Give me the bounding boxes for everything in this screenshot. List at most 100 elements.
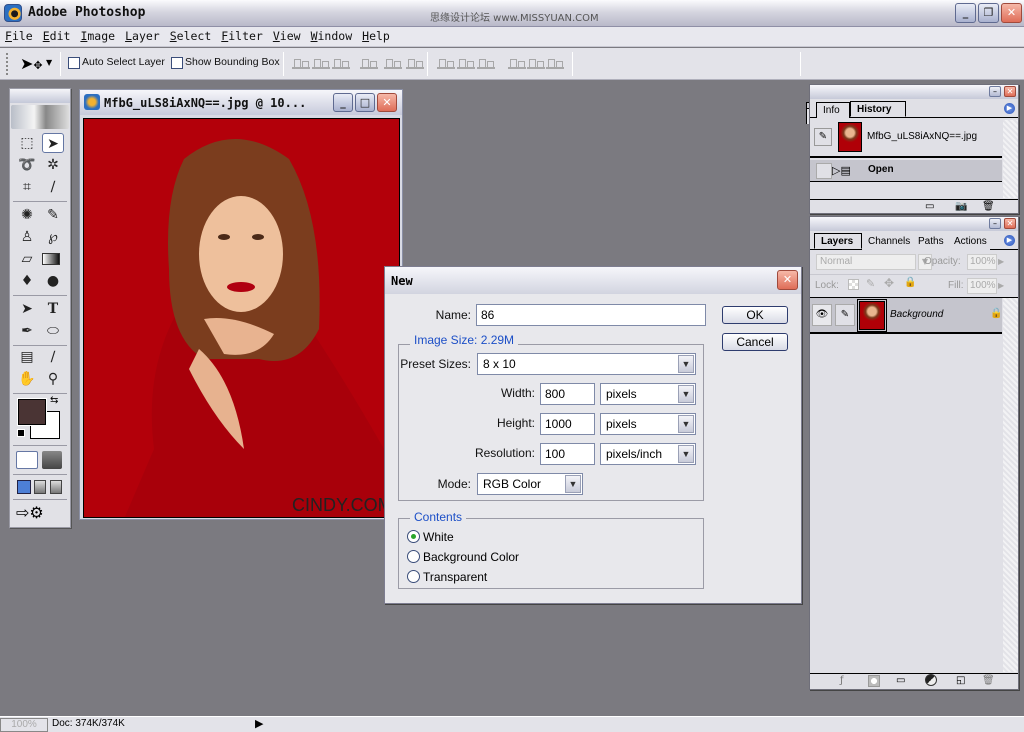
history-snapshot[interactable]: ✎ MfbG_uLS8iAxNQ==.jpg: [810, 120, 1002, 158]
history-close-button[interactable]: ✕: [1004, 86, 1016, 97]
zoom-level-field[interactable]: 100%: [0, 718, 48, 732]
zoom-tool-icon[interactable]: ⚲: [42, 369, 64, 389]
document-minimize-button[interactable]: _: [333, 93, 353, 112]
distribute-hcenter-icon[interactable]: [527, 59, 545, 69]
menu-edit[interactable]: Edit: [38, 27, 76, 43]
brush-tool-icon[interactable]: ✎: [42, 205, 64, 225]
swap-colors-icon[interactable]: ⇆: [50, 395, 58, 406]
layer-row-background[interactable]: 👁 ✎ Background 🔒: [810, 298, 1002, 334]
opacity-input[interactable]: 100%: [967, 254, 997, 270]
menu-file[interactable]: File: [0, 27, 38, 43]
align-right-icon[interactable]: [406, 59, 424, 69]
crop-tool-icon[interactable]: ⌗: [16, 177, 38, 197]
layers-scrollbar[interactable]: [1003, 298, 1018, 672]
auto-select-layer-checkbox[interactable]: [68, 57, 80, 69]
jump-to-imageready-icon[interactable]: ⇨⚙: [16, 503, 44, 522]
restore-button[interactable]: ❐: [978, 3, 999, 23]
default-colors-icon[interactable]: [17, 429, 25, 437]
layer-style-icon[interactable]: ƒ: [840, 675, 844, 686]
menu-select[interactable]: Select: [165, 27, 217, 43]
new-layer-set-icon[interactable]: ▭: [896, 675, 905, 686]
history-state-source-box[interactable]: [816, 163, 832, 179]
document-maximize-button[interactable]: □: [355, 93, 375, 112]
fill-slider-icon[interactable]: ▶: [998, 278, 1010, 294]
eyedropper-tool-icon[interactable]: ∕: [42, 347, 64, 367]
lock-image-icon[interactable]: ✎: [866, 277, 875, 290]
hand-tool-icon[interactable]: ✋: [16, 369, 38, 389]
delete-layer-icon[interactable]: 🗑: [982, 675, 995, 686]
options-bar-grip[interactable]: [6, 53, 8, 75]
lock-transparency-icon[interactable]: [848, 279, 859, 290]
menu-window[interactable]: Window: [306, 27, 358, 43]
align-bottom-icon[interactable]: [332, 59, 350, 69]
lasso-tool-icon[interactable]: ➰: [16, 155, 38, 175]
layer-visibility-eye-icon[interactable]: 👁: [812, 304, 832, 326]
notes-tool-icon[interactable]: ▤: [16, 347, 38, 367]
white-radio[interactable]: [407, 530, 420, 543]
height-unit-select[interactable]: pixels ▼: [600, 413, 696, 435]
tool-preset-dropdown-icon[interactable]: ▼: [46, 58, 52, 67]
ok-button[interactable]: OK: [722, 306, 788, 324]
blend-mode-select[interactable]: Normal: [816, 254, 916, 270]
toolbox-header[interactable]: [10, 89, 70, 103]
transparent-radio[interactable]: [407, 570, 420, 583]
align-vcenter-icon[interactable]: [312, 59, 330, 69]
align-top-icon[interactable]: [292, 59, 310, 69]
standard-screen-mode-icon[interactable]: [17, 480, 31, 494]
move-tool-icon[interactable]: ➤✥: [20, 54, 43, 73]
history-state[interactable]: ▷▤ Open: [810, 160, 1002, 182]
history-minimize-button[interactable]: –: [989, 86, 1001, 97]
dialog-close-button[interactable]: ✕: [777, 270, 798, 290]
new-layer-icon[interactable]: ◱: [956, 675, 965, 686]
gradient-tool-icon[interactable]: [42, 253, 60, 265]
type-tool-icon[interactable]: T: [42, 299, 64, 319]
close-button[interactable]: ✕: [1001, 3, 1022, 23]
lock-all-icon[interactable]: 🔒: [904, 277, 916, 288]
history-palette-header[interactable]: – ✕: [810, 85, 1018, 99]
full-screen-mode-icon[interactable]: [50, 480, 62, 494]
distribute-right-icon[interactable]: [546, 59, 564, 69]
minimize-button[interactable]: _: [955, 3, 976, 23]
align-hcenter-icon[interactable]: [384, 59, 402, 69]
full-screen-menu-mode-icon[interactable]: [34, 480, 46, 494]
width-input[interactable]: [540, 383, 595, 405]
slice-tool-icon[interactable]: ∕: [42, 177, 64, 197]
layers-close-button[interactable]: ✕: [1004, 218, 1016, 229]
history-scrollbar[interactable]: [1003, 120, 1018, 198]
height-input[interactable]: [540, 413, 595, 435]
new-document-from-state-icon[interactable]: ▭: [925, 201, 934, 212]
blur-tool-icon[interactable]: ♦: [16, 271, 38, 291]
magic-wand-tool-icon[interactable]: ✲: [42, 155, 64, 175]
standard-mode-icon[interactable]: [16, 451, 38, 469]
background-color-radio[interactable]: [407, 550, 420, 563]
marquee-tool-icon[interactable]: ⬚: [16, 133, 38, 153]
document-close-button[interactable]: ✕: [377, 93, 397, 112]
fill-input[interactable]: 100%: [967, 278, 997, 294]
eraser-tool-icon[interactable]: ▱: [16, 249, 38, 269]
resolution-input[interactable]: [540, 443, 595, 465]
mode-select[interactable]: RGB Color ▼: [477, 473, 583, 495]
document-title-bar[interactable]: MfbG_uLS8iAxNQ==.jpg @ 10... _ □ ✕: [80, 90, 402, 115]
menu-image[interactable]: Image: [75, 27, 120, 43]
image-canvas[interactable]: CINDY.COM: [83, 118, 400, 518]
tab-channels[interactable]: Channels: [862, 234, 912, 250]
healing-brush-tool-icon[interactable]: ✺: [16, 205, 38, 225]
tab-paths[interactable]: Paths: [912, 234, 948, 250]
layer-brush-icon[interactable]: ✎: [835, 304, 855, 326]
menu-filter[interactable]: Filter: [216, 27, 268, 43]
layers-menu-icon[interactable]: ▶: [1004, 235, 1015, 246]
layers-minimize-button[interactable]: –: [989, 218, 1001, 229]
dialog-title-bar[interactable]: New ✕: [385, 267, 801, 294]
path-selection-tool-icon[interactable]: ➤: [16, 299, 38, 319]
quick-mask-mode-icon[interactable]: [42, 451, 62, 469]
foreground-color-swatch[interactable]: [17, 398, 47, 426]
distribute-left-icon[interactable]: [508, 59, 526, 69]
cancel-button[interactable]: Cancel: [722, 333, 788, 351]
layers-palette-header[interactable]: – ✕: [810, 217, 1018, 231]
distribute-vcenter-icon[interactable]: [457, 59, 475, 69]
tab-actions[interactable]: Actions: [948, 234, 990, 250]
distribute-top-icon[interactable]: [437, 59, 455, 69]
history-brush-source-icon[interactable]: ✎: [814, 128, 832, 146]
add-mask-icon[interactable]: [868, 675, 880, 687]
preset-sizes-select[interactable]: 8 x 10 ▼: [477, 353, 696, 375]
